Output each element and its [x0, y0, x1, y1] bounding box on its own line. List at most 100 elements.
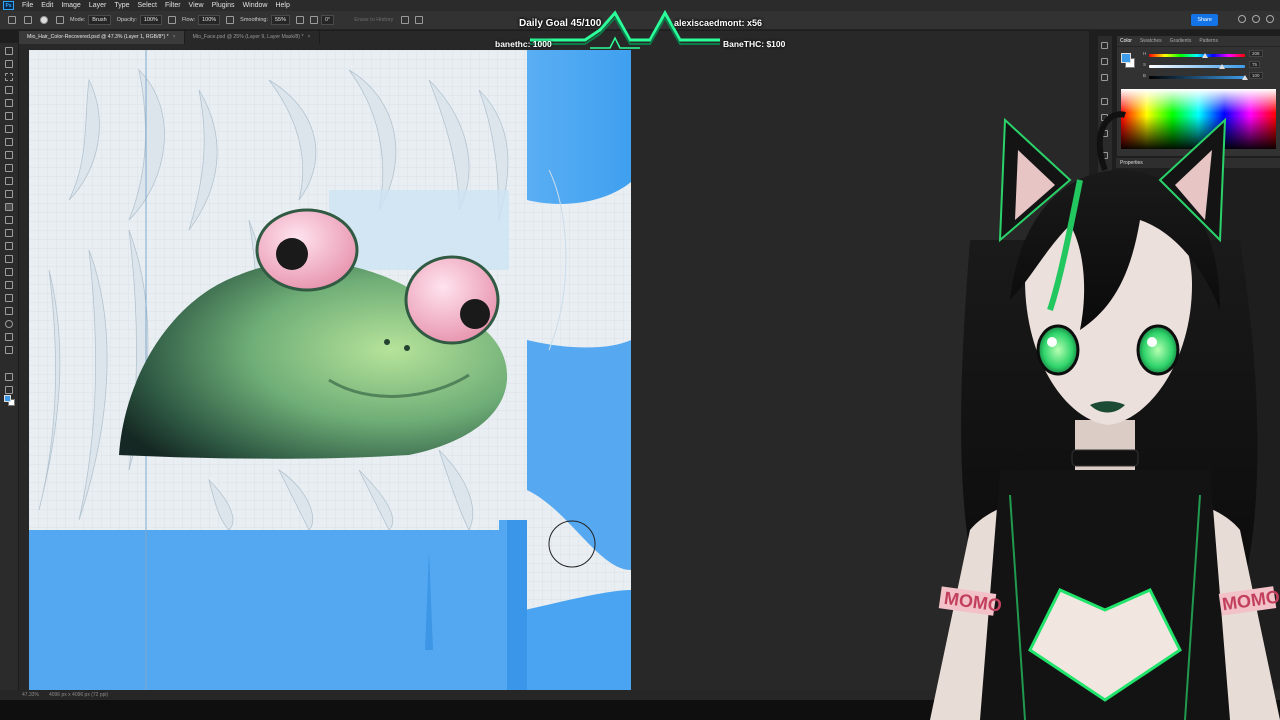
pen-tool-icon[interactable] — [5, 255, 13, 263]
document-canvas[interactable] — [29, 50, 631, 690]
menu-image[interactable]: Image — [57, 2, 84, 9]
top-right-icons — [1238, 15, 1274, 23]
hue-track[interactable] — [1149, 53, 1245, 58]
help-icon[interactable] — [1252, 15, 1260, 23]
screen-mode-icon[interactable] — [5, 386, 13, 394]
gradient-tool-icon[interactable] — [5, 216, 13, 224]
tab-face[interactable]: Mio_Face.psd @ 25% (Layer 9, Layer Mask/… — [185, 31, 320, 44]
brush-settings-icon[interactable] — [56, 16, 64, 24]
opacity-label: Opacity: — [116, 17, 137, 23]
erase-to-history-checkbox[interactable]: Erase to History — [354, 17, 393, 23]
menu-filter[interactable]: Filter — [161, 2, 185, 9]
panel-foreground-swatch[interactable] — [1121, 53, 1131, 63]
tab-patterns[interactable]: Patterns — [1199, 38, 1218, 44]
saturation-slider[interactable]: S 75 — [1143, 61, 1263, 71]
brush-preset-icon[interactable] — [40, 16, 48, 24]
canvas-area[interactable] — [19, 44, 1089, 690]
smoothing-settings-gear-icon[interactable] — [296, 16, 304, 24]
vtuber-avatar: MOMO MOMO — [930, 111, 1280, 720]
brush-tool-icon[interactable] — [5, 164, 13, 172]
tab-hair-color[interactable]: Mio_Hair_Color-Recovered.psd @ 47.3% (La… — [19, 31, 185, 44]
close-icon[interactable]: × — [173, 34, 176, 40]
tab-color[interactable]: Color — [1120, 38, 1132, 44]
eyedropper-icon[interactable] — [5, 138, 13, 146]
smoothing-label: Smoothing: — [240, 17, 268, 23]
tab-swatches[interactable]: Swatches — [1140, 38, 1162, 44]
opacity-control: Opacity: 100% — [117, 15, 162, 25]
home-icon[interactable] — [8, 16, 16, 24]
comments-icon[interactable] — [1101, 74, 1108, 81]
hand-tool-icon[interactable] — [5, 307, 13, 315]
menu-window[interactable]: Window — [239, 2, 272, 9]
workspace-icon[interactable] — [1266, 15, 1274, 23]
default-colors-icon[interactable] — [5, 346, 13, 354]
saturation-track[interactable] — [1149, 64, 1245, 69]
menu-file[interactable]: File — [18, 2, 37, 9]
type-tool-icon[interactable] — [5, 268, 13, 276]
search-icon[interactable] — [1238, 15, 1246, 23]
mode-control: Mode: Brush — [70, 15, 111, 25]
magic-wand-icon[interactable] — [5, 99, 13, 107]
quick-mask-icon[interactable] — [5, 373, 13, 381]
color-panel-tabs: Color Swatches Gradients Patterns — [1117, 36, 1280, 47]
foreground-color-swatch[interactable] — [4, 395, 11, 402]
pressure-opacity-icon[interactable] — [167, 16, 176, 24]
saturation-value[interactable]: 75 — [1249, 61, 1261, 68]
brightness-slider[interactable]: B 100 — [1143, 72, 1263, 82]
menu-select[interactable]: Select — [134, 2, 161, 9]
saturation-thumb[interactable] — [1219, 64, 1225, 69]
menu-help[interactable]: Help — [271, 2, 293, 9]
symmetry-icon[interactable] — [415, 16, 424, 24]
share-button[interactable]: Share — [1191, 14, 1218, 26]
shape-tool-icon[interactable] — [5, 294, 13, 302]
zoom-level[interactable]: 47.33% — [22, 692, 39, 698]
flow-input[interactable]: 100% — [198, 15, 221, 25]
smoothing-input[interactable]: 55% — [270, 15, 290, 25]
move-tool-icon[interactable] — [5, 47, 13, 55]
frame-tool-icon[interactable] — [5, 125, 13, 133]
blur-tool-icon[interactable] — [5, 229, 13, 237]
hue-thumb[interactable] — [1202, 53, 1208, 58]
clone-stamp-icon[interactable] — [5, 177, 13, 185]
photoshop-logo-icon: Ps — [3, 1, 14, 10]
airbrush-icon[interactable] — [226, 16, 235, 24]
play-icon[interactable] — [1101, 42, 1108, 49]
angle-input[interactable]: 0° — [321, 15, 335, 25]
tools-panel — [0, 43, 19, 700]
menu-type[interactable]: Type — [110, 2, 133, 9]
menu-plugins[interactable]: Plugins — [208, 2, 239, 9]
eraser-icon[interactable] — [5, 203, 13, 211]
uv-texture-artwork — [29, 50, 631, 690]
hue-value[interactable]: 208 — [1249, 50, 1263, 57]
tab-gradients[interactable]: Gradients — [1170, 38, 1192, 44]
tab-label: Mio_Hair_Color-Recovered.psd @ 47.3% (La… — [27, 34, 169, 40]
brightness-thumb[interactable] — [1242, 75, 1248, 80]
pressure-size-icon[interactable] — [401, 16, 410, 24]
hue-slider[interactable]: H 208 — [1143, 50, 1263, 60]
brightness-track[interactable] — [1149, 75, 1248, 80]
artboard-tool-icon[interactable] — [5, 60, 13, 68]
opacity-input[interactable]: 100% — [139, 15, 162, 25]
healing-brush-icon[interactable] — [5, 151, 13, 159]
eraser-tool-icon[interactable] — [24, 16, 32, 24]
history-icon[interactable] — [1101, 58, 1108, 65]
zoom-tool-icon[interactable] — [5, 320, 13, 328]
flow-label: Flow: — [181, 17, 196, 23]
crop-tool-icon[interactable] — [5, 112, 13, 120]
edit-toolbar-icon[interactable] — [5, 333, 13, 341]
marquee-tool-icon[interactable] — [5, 73, 13, 81]
menu-view[interactable]: View — [185, 2, 208, 9]
lasso-tool-icon[interactable] — [5, 86, 13, 94]
smoothing-control: Smoothing: 55% — [240, 15, 290, 25]
menu-edit[interactable]: Edit — [37, 2, 57, 9]
close-icon[interactable]: × — [307, 34, 310, 40]
history-brush-icon[interactable] — [5, 190, 13, 198]
brightness-value[interactable]: 100 — [1249, 72, 1263, 79]
mode-select[interactable]: Brush — [88, 15, 111, 25]
menu-layer[interactable]: Layer — [85, 2, 111, 9]
adjustments-icon[interactable] — [1101, 98, 1108, 105]
daily-goal-text: Daily Goal 45/100 — [519, 18, 602, 29]
dodge-tool-icon[interactable] — [5, 242, 13, 250]
photoshop-stream-screen: Ps File Edit Image Layer Type Select Fil… — [0, 0, 1280, 720]
path-selection-icon[interactable] — [5, 281, 13, 289]
